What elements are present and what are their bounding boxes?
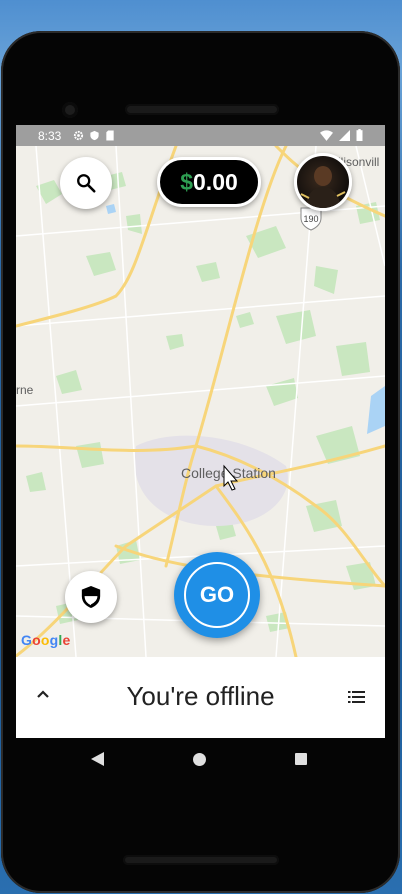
- offline-status-bar[interactable]: You're offline: [16, 657, 385, 738]
- battery-icon: [356, 129, 363, 141]
- recent-apps-icon[interactable]: [295, 753, 307, 765]
- go-button-label: GO: [184, 562, 250, 628]
- signal-icon: [339, 129, 350, 141]
- google-attribution: Google: [21, 632, 71, 648]
- highway-shield-label: 190: [303, 214, 318, 224]
- top-speaker: [125, 104, 279, 115]
- home-icon[interactable]: [193, 753, 206, 766]
- app-screen: 8:33 190 College Station rne dlisonvill …: [16, 125, 385, 738]
- avatar-photo: [300, 166, 346, 208]
- profile-avatar[interactable]: [294, 153, 352, 211]
- offline-status-text: You're offline: [126, 681, 275, 711]
- balance-currency: $: [180, 168, 194, 195]
- sd-card-icon: [106, 130, 115, 141]
- go-online-button[interactable]: GO: [174, 552, 260, 638]
- search-icon: [77, 174, 96, 193]
- shield-status-icon: [90, 130, 99, 141]
- map-edge-label: rne: [16, 383, 34, 397]
- wifi-icon: [320, 129, 333, 141]
- back-icon[interactable]: [91, 752, 104, 766]
- balance-amount: 0.00: [193, 168, 238, 195]
- search-button[interactable]: [60, 157, 112, 209]
- list-icon[interactable]: [348, 691, 365, 703]
- android-nav-bar: [16, 738, 385, 780]
- status-bar: 8:33: [16, 125, 385, 146]
- bottom-speaker: [123, 855, 279, 865]
- earnings-balance[interactable]: $0.00: [157, 157, 261, 207]
- front-camera: [62, 102, 78, 118]
- safety-toolkit-button[interactable]: [65, 571, 117, 623]
- status-time: 8:33: [38, 128, 62, 143]
- settings-icon: [74, 130, 84, 141]
- shield-icon: [81, 586, 101, 608]
